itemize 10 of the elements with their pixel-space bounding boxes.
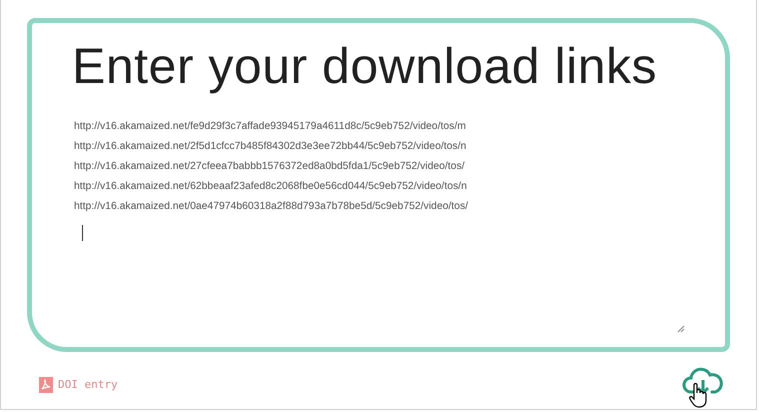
text-caret — [82, 225, 83, 241]
resize-grip-icon[interactable] — [677, 325, 685, 333]
pdf-icon — [39, 376, 53, 392]
doi-entry-link[interactable]: DOI entry — [39, 376, 118, 392]
link-line: http://v16.akamaized.net/fe9d29f3c7affade93945179a4611d8c/5c9eb752/video/tos/m — [74, 120, 466, 134]
panel-heading: Enter your download links — [72, 37, 658, 95]
link-line: http://v16.akamaized.net/0ae47974b60318a2f88d793a7b78be5d/5c9eb752/video/tos/ — [74, 200, 468, 214]
link-line: http://v16.akamaized.net/62bbeaaf23afed8c2068fbe0e56cd044/5c9eb752/video/tos/n — [74, 180, 467, 194]
link-line: http://v16.akamaized.net/2f5d1cfcc7b485f84302d3e3ee72bb44/5c9eb752/video/tos/n — [74, 140, 466, 154]
link-line: http://v16.akamaized.net/27cfeea7babbb1576372ed8a0bd5fda1/5c9eb752/video/tos/ — [74, 160, 465, 174]
